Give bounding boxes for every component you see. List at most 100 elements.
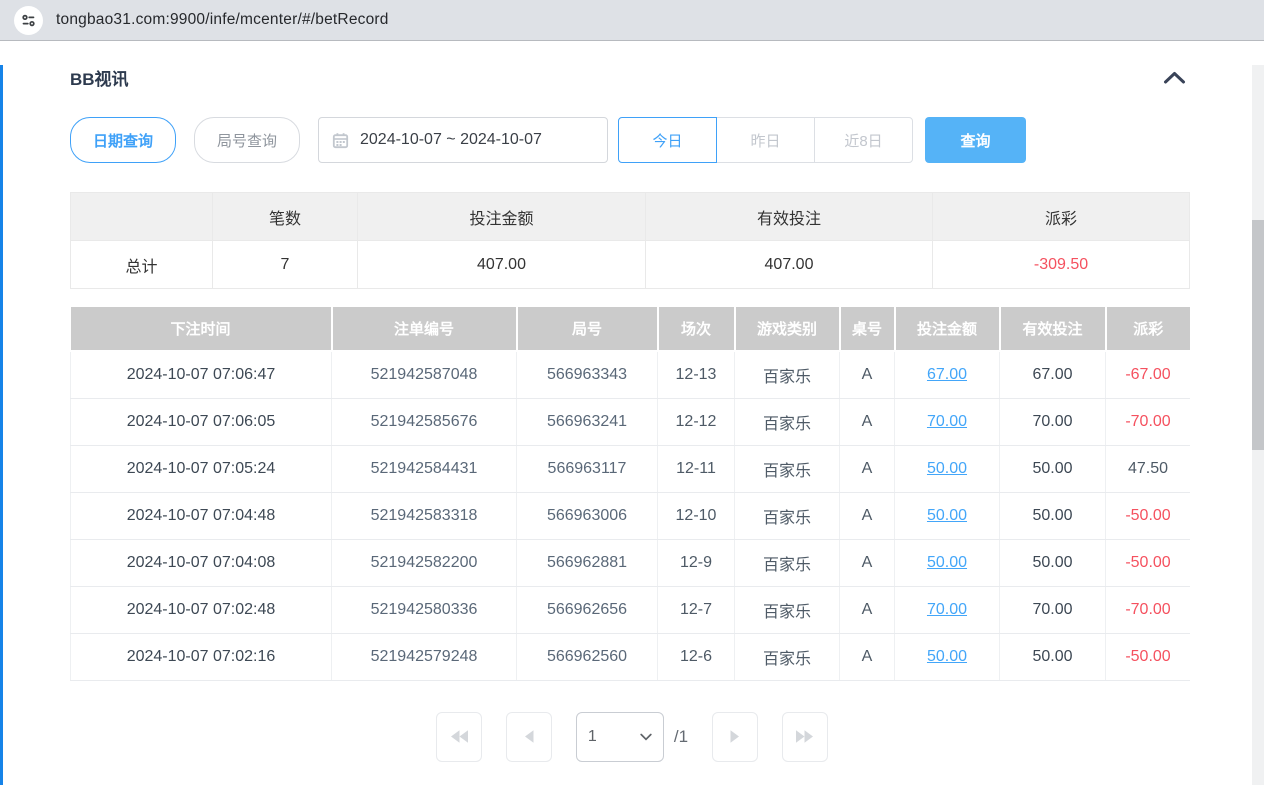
game-type: 百家乐 bbox=[735, 351, 840, 398]
col-game-type: 游戏类别 bbox=[735, 307, 840, 351]
bet-id: 521942580336 bbox=[332, 586, 517, 633]
filter-toolbar: 日期查询 局号查询 2024-10-07 ~ 2024-10-07 今日 昨日 … bbox=[70, 117, 1190, 163]
table-row: 2024-10-07 07:02:16521942579248566962560… bbox=[71, 633, 1191, 680]
game-type: 百家乐 bbox=[735, 539, 840, 586]
double-arrow-right-icon bbox=[795, 729, 815, 744]
summary-total-row: 总计 7 407.00 407.00 -309.50 bbox=[71, 241, 1190, 289]
game-type: 百家乐 bbox=[735, 492, 840, 539]
bet-time: 2024-10-07 07:06:05 bbox=[71, 398, 332, 445]
summary-header-payout: 派彩 bbox=[933, 193, 1190, 241]
col-round-number: 局号 bbox=[517, 307, 658, 351]
last-page-button[interactable] bbox=[782, 712, 828, 762]
col-bet-time: 下注时间 bbox=[71, 307, 332, 351]
table-number: A bbox=[840, 586, 895, 633]
summary-header-count: 笔数 bbox=[213, 193, 358, 241]
date-range-input[interactable]: 2024-10-07 ~ 2024-10-07 bbox=[318, 117, 608, 163]
table-row: 2024-10-07 07:06:47521942587048566963343… bbox=[71, 351, 1191, 398]
bet-amount-link[interactable]: 67.00 bbox=[895, 351, 1000, 398]
payout-amount: -67.00 bbox=[1106, 351, 1191, 398]
table-number: A bbox=[840, 398, 895, 445]
payout-amount: -50.00 bbox=[1106, 492, 1191, 539]
valid-bet: 70.00 bbox=[1000, 398, 1106, 445]
bet-amount-link[interactable]: 50.00 bbox=[895, 539, 1000, 586]
collapse-panel-button[interactable] bbox=[1159, 69, 1190, 86]
page-select[interactable]: 1 bbox=[576, 712, 664, 762]
table-number: A bbox=[840, 633, 895, 680]
summary-header-valid-bet: 有效投注 bbox=[646, 193, 933, 241]
yesterday-button[interactable]: 昨日 bbox=[716, 117, 815, 163]
browser-address-bar[interactable]: tongbao31.com:9900/infe/mcenter/#/betRec… bbox=[0, 0, 1264, 41]
table-row: 2024-10-07 07:06:05521942585676566963241… bbox=[71, 398, 1191, 445]
valid-bet: 70.00 bbox=[1000, 586, 1106, 633]
summary-count-value: 7 bbox=[213, 241, 358, 289]
payout-amount: -70.00 bbox=[1106, 586, 1191, 633]
game-type: 百家乐 bbox=[735, 586, 840, 633]
bet-time: 2024-10-07 07:04:08 bbox=[71, 539, 332, 586]
round-number: 566962881 bbox=[517, 539, 658, 586]
arrow-right-icon bbox=[729, 729, 741, 744]
double-arrow-left-icon bbox=[449, 729, 469, 744]
chevron-down-icon bbox=[640, 733, 652, 741]
address-url[interactable]: tongbao31.com:9900/infe/mcenter/#/betRec… bbox=[56, 11, 389, 29]
bet-id: 521942582200 bbox=[332, 539, 517, 586]
today-button[interactable]: 今日 bbox=[618, 117, 717, 163]
col-payout: 派彩 bbox=[1106, 307, 1191, 351]
last-8-days-button[interactable]: 近8日 bbox=[814, 117, 913, 163]
summary-valid-bet-value: 407.00 bbox=[646, 241, 933, 289]
payout-amount: -70.00 bbox=[1106, 398, 1191, 445]
bet-amount-link[interactable]: 70.00 bbox=[895, 586, 1000, 633]
bet-record-page: BB视讯 日期查询 局号查询 2024-10-07 ~ 2024 bbox=[0, 65, 1264, 785]
next-page-button[interactable] bbox=[712, 712, 758, 762]
summary-header-blank bbox=[71, 193, 213, 241]
bet-table-body: 2024-10-07 07:06:47521942587048566963343… bbox=[71, 351, 1191, 680]
payout-amount: -50.00 bbox=[1106, 539, 1191, 586]
page-title: BB视讯 bbox=[70, 65, 129, 90]
bet-time: 2024-10-07 07:04:48 bbox=[71, 492, 332, 539]
search-button[interactable]: 查询 bbox=[925, 117, 1026, 163]
col-bet-id: 注单编号 bbox=[332, 307, 517, 351]
bet-amount-link[interactable]: 70.00 bbox=[895, 398, 1000, 445]
round-query-tab[interactable]: 局号查询 bbox=[194, 117, 300, 163]
payout-amount: 47.50 bbox=[1106, 445, 1191, 492]
valid-bet: 50.00 bbox=[1000, 633, 1106, 680]
panel-header: BB视讯 bbox=[70, 65, 1190, 90]
session-number: 12-6 bbox=[658, 633, 735, 680]
valid-bet: 50.00 bbox=[1000, 492, 1106, 539]
date-range-value: 2024-10-07 ~ 2024-10-07 bbox=[360, 131, 542, 149]
summary-header-bet-amount: 投注金额 bbox=[358, 193, 646, 241]
scrollbar[interactable] bbox=[1252, 65, 1264, 785]
valid-bet: 50.00 bbox=[1000, 539, 1106, 586]
round-number: 566962560 bbox=[517, 633, 658, 680]
session-number: 12-12 bbox=[658, 398, 735, 445]
summary-table: 笔数 投注金额 有效投注 派彩 总计 7 407.00 407.00 -309.… bbox=[70, 192, 1190, 289]
bet-table-header-row: 下注时间 注单编号 局号 场次 游戏类别 桌号 投注金额 有效投注 派彩 bbox=[71, 307, 1191, 351]
valid-bet: 50.00 bbox=[1000, 445, 1106, 492]
payout-amount: -50.00 bbox=[1106, 633, 1191, 680]
round-number: 566963241 bbox=[517, 398, 658, 445]
table-number: A bbox=[840, 539, 895, 586]
bet-time: 2024-10-07 07:06:47 bbox=[71, 351, 332, 398]
bet-amount-link[interactable]: 50.00 bbox=[895, 445, 1000, 492]
page-select-value: 1 bbox=[588, 728, 597, 746]
first-page-button[interactable] bbox=[436, 712, 482, 762]
game-type: 百家乐 bbox=[735, 633, 840, 680]
bet-amount-link[interactable]: 50.00 bbox=[895, 492, 1000, 539]
table-number: A bbox=[840, 492, 895, 539]
bet-id: 521942583318 bbox=[332, 492, 517, 539]
table-row: 2024-10-07 07:04:08521942582200566962881… bbox=[71, 539, 1191, 586]
scrollbar-thumb[interactable] bbox=[1252, 220, 1264, 450]
table-row: 2024-10-07 07:02:48521942580336566962656… bbox=[71, 586, 1191, 633]
table-row: 2024-10-07 07:04:48521942583318566963006… bbox=[71, 492, 1191, 539]
round-number: 566962656 bbox=[517, 586, 658, 633]
table-row: 2024-10-07 07:05:24521942584431566963117… bbox=[71, 445, 1191, 492]
session-number: 12-9 bbox=[658, 539, 735, 586]
pagination: 1 /1 bbox=[0, 712, 1264, 762]
session-number: 12-10 bbox=[658, 492, 735, 539]
site-settings-icon[interactable] bbox=[14, 6, 43, 35]
bet-amount-link[interactable]: 50.00 bbox=[895, 633, 1000, 680]
bet-time: 2024-10-07 07:02:16 bbox=[71, 633, 332, 680]
prev-page-button[interactable] bbox=[506, 712, 552, 762]
date-query-tab[interactable]: 日期查询 bbox=[70, 117, 176, 163]
round-number: 566963343 bbox=[517, 351, 658, 398]
col-valid-bet: 有效投注 bbox=[1000, 307, 1106, 351]
